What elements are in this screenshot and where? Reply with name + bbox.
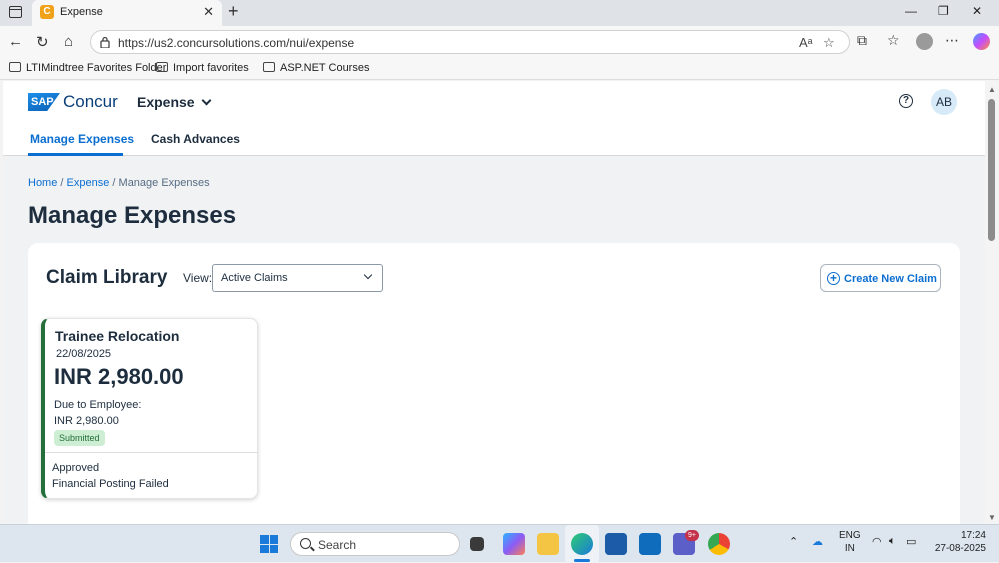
tab-title: Expense [60, 6, 103, 18]
show-hidden-icons-chevron-icon[interactable]: ⌃ [789, 535, 798, 548]
page-viewport: SAP Concur Expense ? AB Manage Expenses … [3, 81, 985, 524]
restore-icon[interactable]: ❐ [938, 4, 949, 18]
breadcrumb-current: Manage Expenses [118, 177, 210, 189]
refresh-icon[interactable]: ↻ [36, 33, 49, 51]
chrome-icon[interactable] [708, 533, 730, 555]
taskbar-clock[interactable]: 17:24 27-08-2025 [934, 529, 986, 555]
copilot-icon[interactable] [973, 33, 990, 50]
page-scrollbar[interactable]: ▲ ▼ [985, 81, 999, 524]
clock-time: 17:24 [960, 530, 986, 541]
clock-date: 27-08-2025 [934, 543, 986, 554]
windows-start-icon[interactable] [260, 535, 278, 553]
taskbar-search-placeholder: Search [318, 538, 357, 552]
breadcrumb-expense[interactable]: Expense [67, 177, 110, 189]
help-icon[interactable]: ? [899, 94, 913, 108]
sap-logo[interactable]: SAP [28, 93, 60, 111]
folder-icon [9, 62, 21, 72]
tab-actions-icon[interactable] [9, 6, 22, 18]
folder-icon [263, 62, 275, 72]
file-explorer-icon[interactable] [537, 533, 559, 555]
breadcrumb-home[interactable]: Home [28, 177, 57, 189]
favorite-aspnet[interactable]: ASP.NET Courses [263, 62, 369, 74]
taskbar-search[interactable]: Search [290, 532, 460, 556]
more-menu-icon[interactable]: ⋯ [945, 32, 959, 49]
avatar[interactable]: AB [931, 89, 957, 115]
scroll-thumb[interactable] [988, 99, 995, 241]
favorite-import[interactable]: Import favorites [156, 62, 249, 74]
onedrive-icon[interactable]: ☁ [812, 535, 823, 548]
view-label: View: [183, 271, 213, 285]
claim-amount: INR 2,980.00 [54, 364, 184, 389]
profile-icon[interactable] [916, 33, 933, 50]
favorite-ltimindtree[interactable]: LTIMindtree Favorites Folder [9, 62, 166, 74]
scroll-down-icon[interactable]: ▼ [988, 513, 996, 522]
claim-library-title: Claim Library [46, 267, 168, 288]
due-to-employee-label: Due to Employee: [54, 399, 142, 411]
claim-library-panel: Claim Library View: Active Claims + Crea… [28, 243, 960, 524]
edge-icon[interactable] [571, 533, 593, 555]
claim-date: 22/08/2025 [56, 348, 112, 360]
address-bar[interactable]: https://us2.concursolutions.com/nui/expe… [90, 30, 850, 54]
favorites-bar: LTIMindtree Favorites Folder Import favo… [0, 58, 999, 80]
extensions-icon[interactable]: ⧉ [857, 32, 867, 49]
volume-icon[interactable]: 🔈︎ [889, 535, 896, 548]
approval-status: Approved [52, 462, 100, 474]
due-to-employee-amount: INR 2,980.00 [54, 415, 119, 427]
home-icon[interactable]: ⌂ [64, 33, 73, 50]
minimize-icon[interactable]: — [905, 4, 917, 18]
active-tab-indicator [28, 153, 123, 156]
view-select[interactable]: Active Claims [212, 264, 383, 292]
breadcrumb: Home / Expense / Manage Expenses [28, 177, 210, 189]
windows-taskbar: Search 9+ ⌃ ☁ ENG IN ◠ 🔈︎ ▭ 17:24 27-08-20… [0, 524, 999, 563]
product-switcher[interactable]: Expense [137, 94, 212, 110]
m365-icon[interactable] [503, 533, 525, 555]
browser-toolbar: ← ↻ ⌂ https://us2.concursolutions.com/nu… [0, 26, 999, 58]
outlook-icon[interactable] [639, 533, 661, 555]
favorite-star-icon[interactable]: ☆ [823, 35, 835, 51]
create-new-claim-button[interactable]: + Create New Claim [820, 264, 941, 292]
browser-tab-expense[interactable]: C Expense ✕ [32, 0, 222, 26]
chevron-down-icon [201, 95, 212, 106]
read-aloud-icon[interactable]: Aᵃ [799, 35, 813, 50]
window-close-icon[interactable]: ✕ [972, 4, 982, 18]
wifi-icon[interactable]: ◠ [872, 535, 882, 548]
view-select-value: Active Claims [221, 272, 288, 284]
page-title: Manage Expenses [28, 202, 237, 229]
tab-cash-advances[interactable]: Cash Advances [151, 132, 240, 146]
lock-icon [100, 36, 110, 48]
app-header: SAP Concur Expense ? AB Manage Expenses … [3, 81, 985, 156]
card-divider [45, 452, 257, 453]
store-icon[interactable] [605, 533, 627, 555]
tab-manage-expenses[interactable]: Manage Expenses [30, 132, 134, 146]
new-tab-icon[interactable]: + [228, 1, 239, 22]
scroll-up-icon[interactable]: ▲ [988, 85, 996, 94]
breadcrumb-separator: / [112, 177, 116, 189]
product-label: Expense [137, 94, 195, 110]
url-text: https://us2.concursolutions.com/nui/expe… [118, 36, 355, 50]
chevron-down-icon [363, 270, 373, 280]
concur-logo-text[interactable]: Concur [63, 92, 118, 112]
plus-circle-icon: + [827, 272, 840, 285]
concur-favicon-icon: C [40, 5, 54, 19]
import-icon [156, 62, 168, 72]
tab-close-icon[interactable]: ✕ [203, 4, 214, 20]
claim-card[interactable]: Trainee Relocation 22/08/2025 INR 2,980.… [41, 318, 258, 499]
claim-title: Trainee Relocation [55, 328, 180, 344]
task-view-icon[interactable] [470, 537, 484, 551]
browser-tabstrip: C Expense ✕ + — ❐ ✕ [0, 0, 999, 26]
create-new-claim-label: Create New Claim [844, 273, 937, 285]
favorites-icon[interactable]: ☆ [887, 32, 900, 49]
teams-notification-badge: 9+ [685, 530, 699, 541]
search-icon [300, 538, 311, 549]
posting-status: Financial Posting Failed [52, 478, 169, 490]
battery-icon[interactable]: ▭ [906, 535, 916, 548]
breadcrumb-separator: / [60, 177, 64, 189]
back-icon[interactable]: ← [8, 33, 23, 50]
status-badge: Submitted [54, 430, 105, 446]
language-indicator[interactable]: ENG IN [839, 529, 861, 555]
